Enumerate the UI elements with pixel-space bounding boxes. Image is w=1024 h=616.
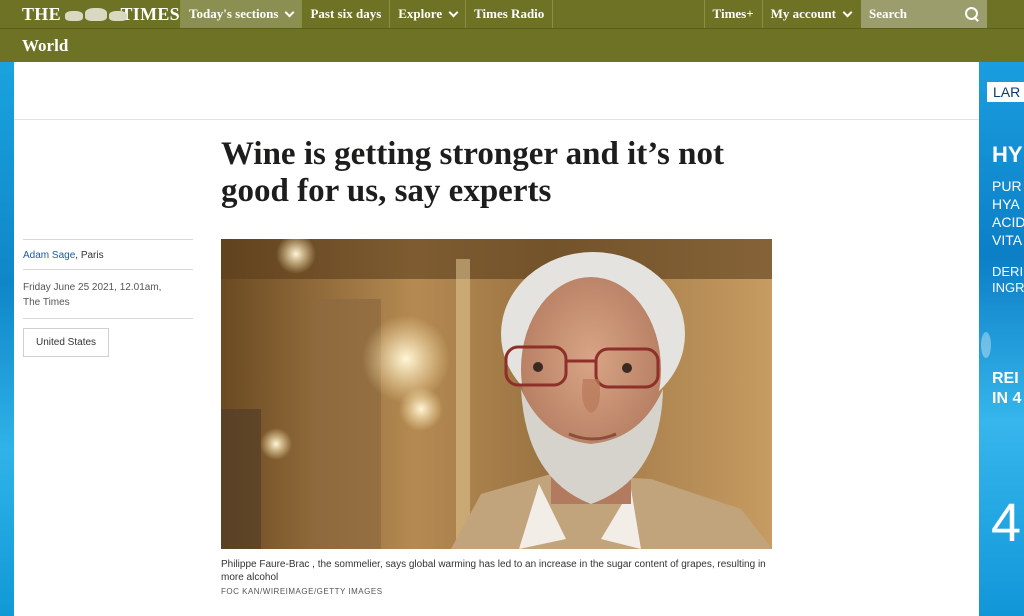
topic-tag-button[interactable]: United States (23, 328, 110, 357)
search-icon[interactable] (965, 7, 979, 21)
ad-skin-right[interactable]: LAR HY PUR HYA ACID VITA DERI INGR REI I… (979, 62, 1024, 616)
section-bar: World (0, 28, 1024, 62)
portrait-illustration (221, 239, 772, 549)
author-link[interactable]: Adam Sage (23, 250, 75, 261)
nav-times-radio[interactable]: Times Radio (465, 0, 554, 28)
ad-line: REI (992, 370, 1019, 387)
nav-todays-sections[interactable]: Today's sections (180, 0, 302, 28)
nav-explore[interactable]: Explore (389, 0, 465, 28)
crest-icon (63, 6, 127, 22)
ad-line: ACID (992, 214, 1024, 230)
publication-text: The Times (23, 297, 70, 308)
ad-line: INGR (992, 280, 1024, 295)
section-title[interactable]: World (22, 36, 68, 56)
search-placeholder: Search (869, 6, 908, 21)
logo-text-right: TIMES (120, 3, 180, 24)
ad-line: DERI (992, 264, 1024, 279)
byline-location: , Paris (75, 250, 104, 261)
image-caption: Philippe Faure-Brac , the sommelier, say… (221, 559, 766, 583)
ad-number: 4 (991, 493, 1022, 553)
ad-line: IN 4 (992, 390, 1022, 407)
nav-times-plus[interactable]: Times+ (703, 0, 762, 28)
search-input[interactable]: Search (861, 0, 987, 28)
logo-text-left: THE (22, 3, 61, 24)
date-text: Friday June 25 2021, 12.01am, (23, 282, 162, 293)
article-headline: Wine is getting stronger and it’s not go… (221, 136, 724, 209)
nav-label: My account (770, 6, 836, 21)
dateline: Friday June 25 2021, 12.01am, The Times (23, 270, 193, 318)
top-nav: THE TIMES Today's sections Past six days… (0, 0, 1024, 28)
nav-past-six-days[interactable]: Past six days (301, 0, 389, 28)
ad-line: VITA (992, 232, 1023, 248)
water-drop-icon (981, 332, 991, 358)
article-meta: Adam Sage, Paris Friday June 25 2021, 12… (23, 239, 193, 357)
chevron-down-icon (448, 7, 459, 17)
nav-end (987, 0, 1024, 28)
ad-line: HYA (992, 196, 1020, 212)
nav-label: Times Radio (474, 6, 545, 21)
nav-my-account[interactable]: My account (761, 0, 861, 28)
nav-label: Times+ (712, 6, 754, 21)
nav-label: Today's sections (189, 6, 279, 21)
ad-skin-left[interactable] (0, 62, 14, 616)
article-image (221, 239, 772, 549)
nav-label: Past six days (310, 6, 382, 21)
chevron-down-icon (285, 7, 295, 17)
ad-line: PUR (992, 178, 1022, 194)
byline: Adam Sage, Paris (23, 240, 193, 269)
times-logo[interactable]: THE TIMES (0, 0, 180, 28)
ad-slot (14, 62, 979, 120)
divider (23, 318, 193, 319)
ad-heading: HY (992, 142, 1023, 167)
ad-brand: LAR (987, 82, 1024, 102)
chevron-down-icon (842, 7, 853, 17)
nav-label: Explore (398, 6, 443, 21)
image-credit: FOC KAN/WIREIMAGE/GETTY IMAGES (221, 587, 383, 596)
